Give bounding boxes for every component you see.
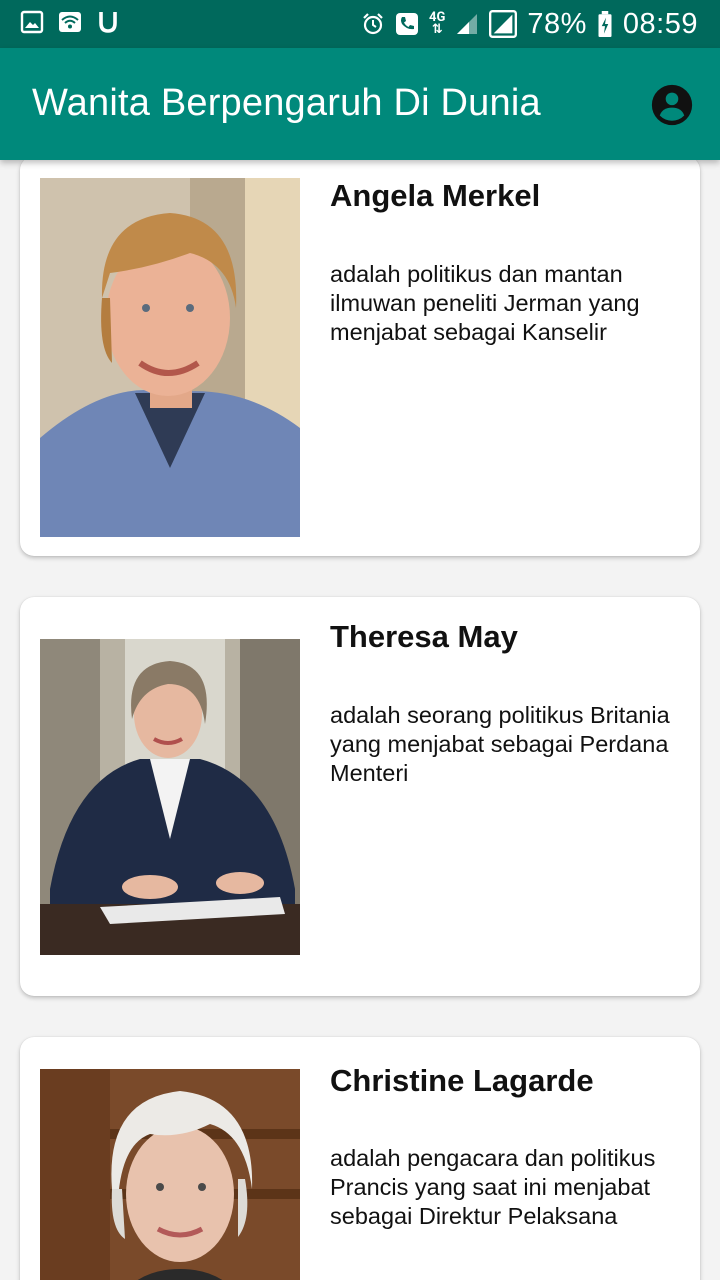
person-description: adalah pengacara dan politikus Prancis y…	[330, 1145, 656, 1229]
person-description: adalah politikus dan mantan ilmuwan pene…	[330, 261, 640, 345]
account-circle-icon[interactable]	[651, 84, 693, 126]
gallery-icon	[20, 10, 44, 34]
clock: 08:59	[622, 7, 698, 40]
portrait-photo	[40, 639, 300, 955]
call-icon	[396, 13, 419, 35]
person-name: Theresa May	[330, 619, 518, 654]
status-bar: 4G ⇅ 78% 08:59	[0, 0, 720, 48]
person-description: adalah seorang politikus Britania yang m…	[330, 702, 670, 786]
person-name: Christine Lagarde	[330, 1063, 594, 1098]
signal-box-icon	[489, 10, 518, 38]
network-4g-icon: 4G ⇅	[429, 10, 446, 37]
signal-icon	[457, 14, 478, 34]
battery-charging-icon	[598, 11, 612, 37]
women-list: Angela Merkel adalah politikus dan manta…	[0, 160, 720, 1280]
app-title: Wanita Berpengaruh Di Dunia	[32, 82, 541, 124]
portrait-photo	[40, 1069, 300, 1280]
alarm-icon	[363, 13, 383, 35]
u-icon	[99, 12, 117, 33]
portrait-photo	[40, 178, 300, 537]
wifi-icon	[59, 12, 81, 32]
app-bar: Wanita Berpengaruh Di Dunia	[0, 48, 720, 160]
list-item-card[interactable]: Angela Merkel adalah politikus dan manta…	[20, 160, 700, 556]
list-item-card[interactable]: Theresa May adalah seorang politikus Bri…	[20, 597, 700, 996]
list-item-card[interactable]: Christine Lagarde adalah pengacara dan p…	[20, 1037, 700, 1280]
battery-percentage: 78%	[527, 7, 587, 40]
person-name: Angela Merkel	[330, 178, 541, 213]
